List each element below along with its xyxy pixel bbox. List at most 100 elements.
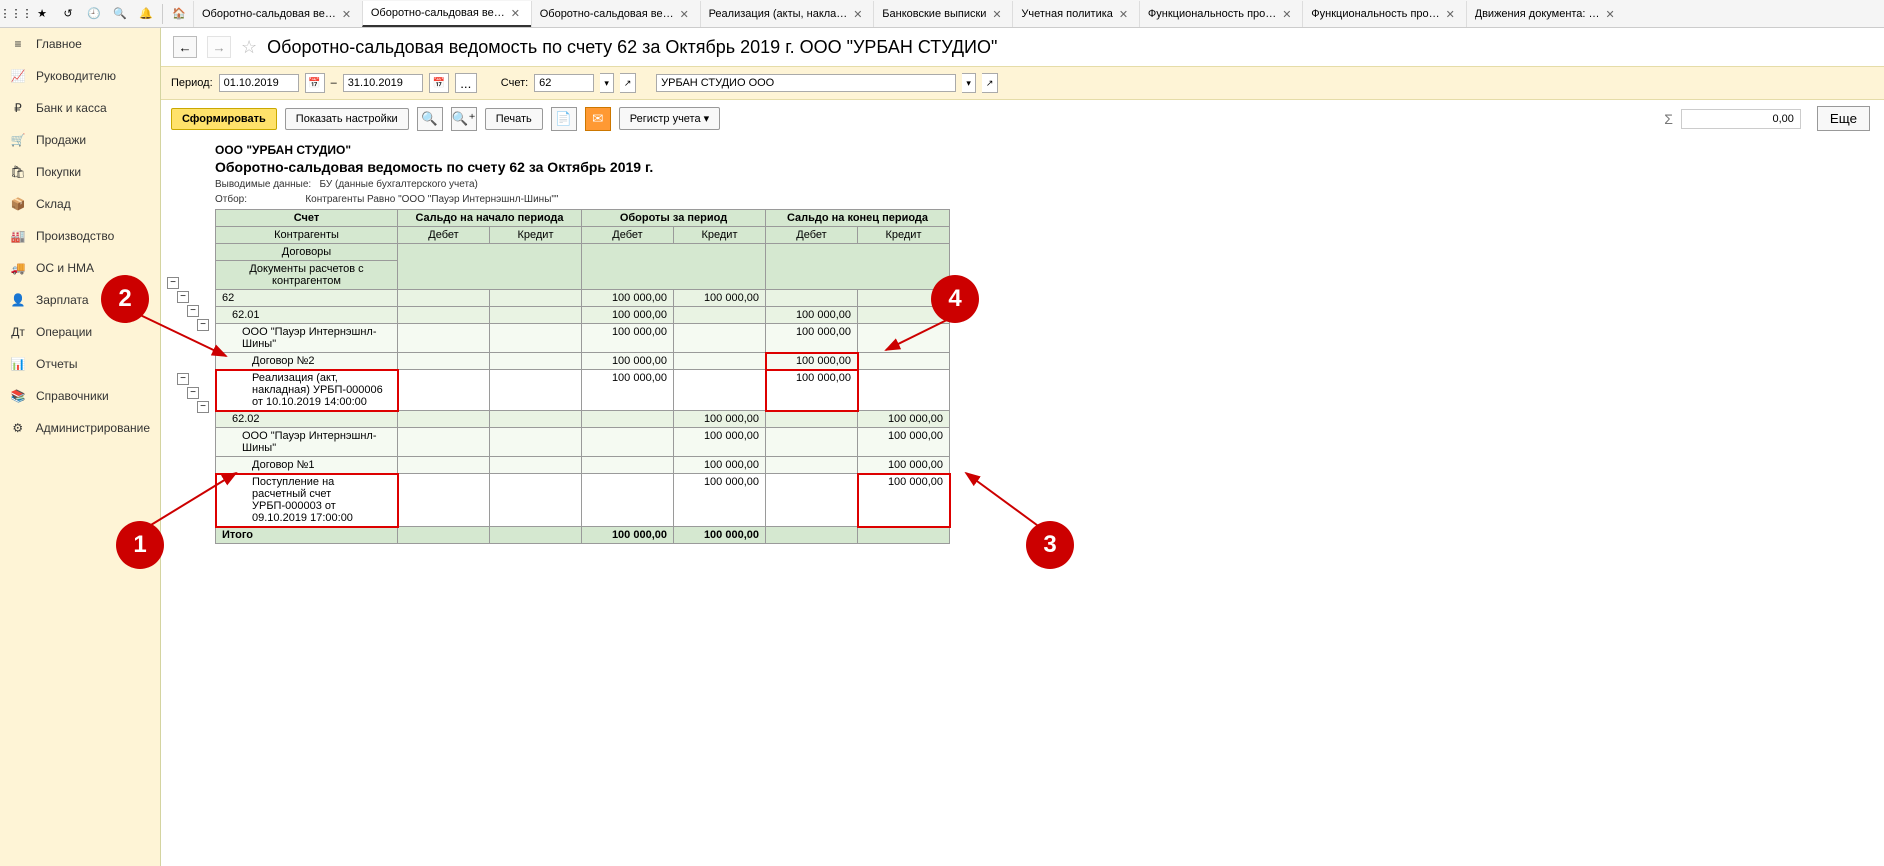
sidebar-item[interactable]: ДтОперации <box>0 316 160 348</box>
sidebar-icon: 🛒 <box>10 132 26 148</box>
tab[interactable]: Оборотно-сальдовая ве…✕ <box>531 1 700 27</box>
close-icon[interactable]: ✕ <box>1446 8 1458 20</box>
report-cell-label[interactable]: Поступление на расчетный счет УРБП-00000… <box>216 474 398 527</box>
tab[interactable]: Движения документа: … ✕ <box>1466 1 1626 27</box>
report-cell-label[interactable]: Договор №2 <box>216 353 398 370</box>
page-title: Оборотно-сальдовая ведомость по счету 62… <box>267 37 997 58</box>
date-to-input[interactable] <box>343 74 423 92</box>
tab[interactable]: Реализация (акты, накла…✕ <box>700 1 874 27</box>
apps-grid-icon[interactable]: ⋮⋮⋮ <box>4 2 28 26</box>
report-cell-value: 100 000,00 <box>766 370 858 411</box>
sidebar-item[interactable]: 🏭Производство <box>0 220 160 252</box>
close-icon[interactable]: ✕ <box>853 8 865 20</box>
tree-toggle[interactable]: − <box>187 387 199 399</box>
sidebar-item[interactable]: 📦Склад <box>0 188 160 220</box>
report-cell-label[interactable]: ООО "Пауэр Интернэшнл-Шины" <box>216 428 398 457</box>
favorite-icon[interactable]: ☆ <box>241 37 257 58</box>
report-cell-value <box>766 457 858 474</box>
tab-label: Оборотно-сальдовая ве… <box>371 7 505 19</box>
print-button[interactable]: Печать <box>485 108 543 130</box>
report-cell-value <box>582 411 674 428</box>
sidebar-item[interactable]: 🛒Продажи <box>0 124 160 156</box>
tab[interactable]: Учетная политика✕ <box>1012 1 1138 27</box>
org-open-button[interactable]: ↗ <box>982 73 998 93</box>
organization-input[interactable] <box>656 74 956 92</box>
tab[interactable]: Функциональность про…✕ <box>1139 1 1302 27</box>
nav-back-icon[interactable]: ↺ <box>56 2 80 26</box>
favorite-star-icon[interactable]: ★ <box>30 2 54 26</box>
close-icon[interactable]: ✕ <box>1119 8 1131 20</box>
tree-toggle[interactable]: − <box>177 291 189 303</box>
report-cell-label[interactable]: 62 <box>216 290 398 307</box>
report-cell-value <box>858 370 950 411</box>
search-icon[interactable]: 🔍 <box>108 2 132 26</box>
account-input[interactable] <box>534 74 594 92</box>
report-cell-value <box>490 324 582 353</box>
tab-label: Движения документа: … <box>1475 8 1600 20</box>
report-cell-value <box>398 324 490 353</box>
notifications-icon[interactable]: 🔔 <box>134 2 158 26</box>
account-open-button[interactable]: ↗ <box>620 73 636 93</box>
report-cell-value <box>398 457 490 474</box>
report-cell-label[interactable]: Реализация (акт, накладная) УРБП-000006 … <box>216 370 398 411</box>
report-cell-value: 100 000,00 <box>766 353 858 370</box>
report-cell-value <box>858 324 950 353</box>
history-icon[interactable]: 🕘 <box>82 2 106 26</box>
report-cell-label[interactable]: 62.02 <box>216 411 398 428</box>
callout-3: 3 <box>1026 521 1074 569</box>
find-button[interactable]: 🔍 <box>417 107 443 131</box>
sidebar-icon: ≡ <box>10 36 26 52</box>
report-cell-value: 100 000,00 <box>674 411 766 428</box>
sidebar-item[interactable]: ≡Главное <box>0 28 160 60</box>
close-icon[interactable]: ✕ <box>1282 8 1294 20</box>
report-cell-value: 100 000,00 <box>674 474 766 527</box>
report-cell-label[interactable]: 62.01 <box>216 307 398 324</box>
find-plus-button[interactable]: 🔍⁺ <box>451 107 477 131</box>
tab-label: Функциональность про… <box>1311 8 1439 20</box>
tab[interactable]: Оборотно-сальдовая ве… ✕ <box>362 1 531 27</box>
sidebar-item[interactable]: 📊Отчеты <box>0 348 160 380</box>
report-cell-label[interactable]: ООО "Пауэр Интернэшнл-Шины" <box>216 324 398 353</box>
close-icon[interactable]: ✕ <box>992 8 1004 20</box>
tree-toggle[interactable]: − <box>197 401 209 413</box>
tree-toggle[interactable]: − <box>197 319 209 331</box>
close-icon[interactable]: ✕ <box>1606 8 1618 20</box>
save-pdf-button[interactable]: 📄 <box>551 107 577 131</box>
account-dropdown[interactable]: ▾ <box>600 73 614 93</box>
report-title: Оборотно-сальдовая ведомость по счету 62… <box>215 157 1884 177</box>
form-button[interactable]: Сформировать <box>171 108 277 130</box>
tree-toggle[interactable]: − <box>177 373 189 385</box>
close-icon[interactable]: ✕ <box>342 8 354 20</box>
period-more-button[interactable]: ... <box>455 73 477 93</box>
tree-toggle[interactable]: − <box>167 277 179 289</box>
sidebar-label: Руководителю <box>36 69 116 83</box>
register-button[interactable]: Регистр учета ▾ <box>619 107 720 130</box>
tab[interactable]: Функциональность про… ✕ <box>1302 1 1465 27</box>
calendar-to-icon[interactable]: 📅 <box>429 73 449 93</box>
more-button[interactable]: Еще <box>1817 106 1870 131</box>
tree-toggle[interactable]: − <box>187 305 199 317</box>
back-button[interactable]: ← <box>173 36 197 58</box>
org-dropdown[interactable]: ▾ <box>962 73 976 93</box>
report-cell-label[interactable]: Договор №1 <box>216 457 398 474</box>
sidebar-item[interactable]: 🛍Покупки <box>0 156 160 188</box>
report-cell-value <box>490 457 582 474</box>
sidebar-item[interactable]: 📈Руководителю <box>0 60 160 92</box>
tab[interactable]: Банковские выписки✕ <box>873 1 1012 27</box>
sidebar: ≡Главное📈Руководителю₽Банк и касса🛒Прода… <box>0 28 161 866</box>
settings-button[interactable]: Показать настройки <box>285 108 409 130</box>
report-cell-value: 100 000,00 <box>582 324 674 353</box>
report-cell-value <box>766 411 858 428</box>
email-button[interactable]: ✉ <box>585 107 611 131</box>
close-icon[interactable]: ✕ <box>511 7 523 19</box>
sidebar-item[interactable]: 📚Справочники <box>0 380 160 412</box>
tab[interactable]: Оборотно-сальдовая ве…✕ <box>193 1 362 27</box>
sidebar-item[interactable]: ₽Банк и касса <box>0 92 160 124</box>
sidebar-label: ОС и НМА <box>36 261 94 275</box>
calendar-from-icon[interactable]: 📅 <box>305 73 325 93</box>
home-icon[interactable]: 🏠 <box>167 2 191 26</box>
sidebar-item[interactable]: ⚙Администрирование <box>0 412 160 444</box>
close-icon[interactable]: ✕ <box>680 8 692 20</box>
report-cell-value <box>766 474 858 527</box>
date-from-input[interactable] <box>219 74 299 92</box>
